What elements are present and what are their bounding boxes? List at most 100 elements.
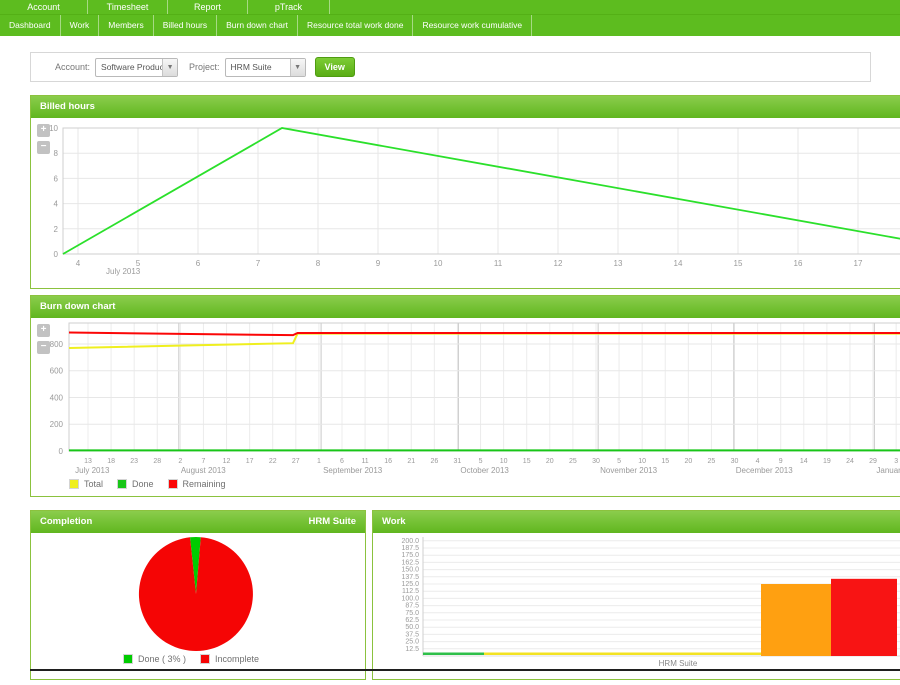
legend-swatch: [200, 654, 210, 664]
zoom-in-button[interactable]: +: [37, 324, 50, 337]
axis-tick-label: 19: [823, 458, 831, 465]
completion-legend: Done ( 3% ) Incomplete: [31, 654, 365, 664]
axis-tick-label: 162.5: [401, 559, 419, 566]
series-line-billed-hours: [63, 128, 900, 254]
legend-label: Done: [132, 479, 154, 489]
axis-tick-label: 14: [800, 458, 808, 465]
legend-item: Incomplete: [200, 654, 259, 664]
axis-tick-label: 175.0: [401, 552, 419, 559]
work-panel: Work 200.0187.5175.0162.5150.0137.5125.0…: [372, 510, 900, 680]
axis-tick-label: 20: [684, 458, 692, 465]
axis-tick-label: July 2013: [106, 267, 141, 276]
axis-tick-label: 14: [674, 259, 683, 268]
axis-tick-label: 12: [223, 458, 231, 465]
axis-tick-label: 4: [54, 200, 59, 209]
axis-tick-label: 2: [54, 225, 59, 234]
axis-tick-label: 30: [592, 458, 600, 465]
axis-tick-label: 6: [340, 458, 344, 465]
zoom-out-button[interactable]: −: [37, 341, 50, 354]
nav-item-members[interactable]: Members: [99, 15, 153, 36]
axis-tick-label: 187.5: [401, 545, 419, 552]
nav-item-report[interactable]: Report: [168, 0, 248, 14]
axis-tick-label: 22: [269, 458, 277, 465]
axis-tick-label: 16: [384, 458, 392, 465]
nav-item-timesheet[interactable]: Timesheet: [88, 0, 168, 14]
axis-tick-label: 62.5: [405, 617, 419, 624]
burn-down-panel: Burn down chart + − 13182328271217222716…: [30, 295, 900, 497]
axis-tick-label: 75.0: [405, 610, 419, 617]
axis-tick-label: 8: [54, 149, 59, 158]
nav-item-account[interactable]: Account: [0, 0, 88, 14]
legend-item: Done ( 3% ): [123, 654, 186, 664]
burn-down-panel-title: Burn down chart: [40, 301, 115, 312]
axis-tick-label: 6: [54, 174, 59, 183]
plot-frame: [69, 323, 900, 451]
primary-nav: AccountTimesheetReportpTrack: [0, 0, 900, 15]
view-button[interactable]: View: [315, 57, 355, 77]
work-panel-title: Work: [382, 516, 406, 527]
completion-panel-title: Completion: [40, 516, 92, 527]
axis-tick-label: 10: [434, 259, 443, 268]
legend-item: Remaining: [168, 479, 226, 489]
axis-tick-label: January 2014: [876, 466, 900, 475]
billed-hours-panel: Billed hours + − 45678910111213141516170…: [30, 95, 900, 289]
axis-tick-label: 2: [178, 458, 182, 465]
nav-item-work[interactable]: Work: [61, 15, 100, 36]
bar-orange: [761, 584, 831, 656]
axis-tick-label: August 2013: [181, 466, 226, 475]
series-line-remaining: [69, 332, 900, 335]
series-line-total: [69, 334, 900, 348]
billed-hours-chart-svg: 45678910111213141516170246810July 2013: [43, 123, 900, 288]
zoom-out-button[interactable]: −: [37, 141, 50, 154]
legend-item: Done: [117, 479, 154, 489]
legend-swatch: [123, 654, 133, 664]
project-label: Project:: [189, 62, 220, 72]
axis-tick-label: 29: [869, 458, 877, 465]
zoom-controls: + −: [37, 324, 51, 358]
axis-tick-label: 11: [361, 458, 368, 465]
axis-tick-label: 3: [894, 458, 898, 465]
axis-tick-label: 13: [614, 259, 623, 268]
nav-item-ptrack[interactable]: pTrack: [248, 0, 330, 14]
nav-item-burn-down-chart[interactable]: Burn down chart: [217, 15, 298, 36]
nav-item-resource-work-cumulative[interactable]: Resource work cumulative: [413, 15, 532, 36]
axis-tick-label: 28: [153, 458, 161, 465]
nav-item-resource-total-work-done[interactable]: Resource total work done: [298, 15, 413, 36]
legend-label: Remaining: [183, 479, 226, 489]
axis-tick-label: 15: [661, 458, 669, 465]
axis-tick-label: 17: [246, 458, 254, 465]
axis-tick-label: 4: [76, 259, 81, 268]
work-chart-svg: 200.0187.5175.0162.5150.0137.5125.0112.5…: [373, 533, 900, 680]
legend-swatch: [69, 479, 79, 489]
account-select[interactable]: Software Products ▼: [95, 58, 178, 77]
work-bar-chart: 200.0187.5175.0162.5150.0137.5125.0112.5…: [373, 533, 900, 680]
burn-down-panel-header: Burn down chart: [31, 296, 900, 318]
axis-tick-label: 25: [569, 458, 577, 465]
axis-tick-label: 0: [59, 447, 64, 456]
axis-tick-label: 6: [196, 259, 201, 268]
axis-tick-label: 15: [734, 259, 743, 268]
axis-tick-label: 7: [201, 458, 205, 465]
burn-down-chart: 1318232827121722271611162126315101520253…: [43, 318, 900, 493]
axis-tick-label: 26: [430, 458, 438, 465]
axis-tick-label: 7: [256, 259, 261, 268]
axis-tick-label: 10: [500, 458, 508, 465]
dropdown-arrow-icon: ▼: [162, 59, 177, 76]
project-select[interactable]: HRM Suite ▼: [225, 58, 306, 77]
nav-item-billed-hours[interactable]: Billed hours: [154, 15, 217, 36]
axis-tick-label: 800: [50, 340, 64, 349]
axis-tick-label: 27: [292, 458, 300, 465]
billed-hours-chart: 45678910111213141516170246810July 2013: [43, 123, 900, 288]
completion-panel: Completion HRM Suite Done ( 3% ) Incomple…: [30, 510, 366, 680]
nav-item-dashboard[interactable]: Dashboard: [0, 15, 61, 36]
axis-tick-label: 18: [107, 458, 115, 465]
axis-tick-label: 87.5: [405, 603, 419, 610]
completion-panel-header: Completion HRM Suite: [31, 511, 365, 533]
axis-tick-label: 16: [794, 259, 803, 268]
axis-tick-label: 31: [454, 458, 462, 465]
axis-tick-label: 5: [617, 458, 621, 465]
zoom-in-button[interactable]: +: [37, 124, 50, 137]
completion-panel-project: HRM Suite: [309, 511, 357, 533]
axis-tick-label: 125.0: [401, 581, 419, 588]
completion-pie-svg: [31, 533, 365, 653]
